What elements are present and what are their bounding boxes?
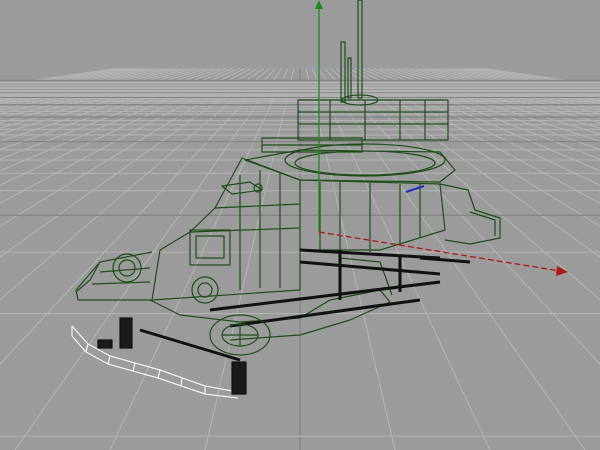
grid-line xyxy=(341,67,600,227)
front-bumper[interactable] xyxy=(71,325,239,399)
3d-viewport[interactable] xyxy=(0,0,600,450)
grid-line xyxy=(353,67,600,186)
grid-line xyxy=(437,67,600,99)
grid-line xyxy=(0,67,151,95)
grid-line xyxy=(455,67,600,93)
grid-line xyxy=(204,67,295,450)
grid-line xyxy=(0,67,157,97)
front-wheel[interactable] xyxy=(209,314,271,356)
grid-line xyxy=(467,67,600,89)
grid-line xyxy=(0,67,259,227)
grid-line xyxy=(0,67,211,129)
grid-line xyxy=(329,67,600,301)
grid-line xyxy=(0,67,223,142)
grid-line xyxy=(443,67,600,97)
grid-line xyxy=(109,67,289,450)
grid-line xyxy=(0,67,133,89)
grid-line xyxy=(371,67,600,151)
grid-line xyxy=(0,67,265,258)
vehicle-wireframe-model[interactable] xyxy=(71,0,501,399)
grid-line xyxy=(449,67,600,95)
grid-line xyxy=(431,67,600,102)
headlights[interactable] xyxy=(112,253,219,304)
grid-line xyxy=(0,67,121,86)
chassis-frame[interactable] xyxy=(139,248,471,362)
grid-line xyxy=(317,67,586,450)
gizmo-y-arrowhead[interactable] xyxy=(315,0,323,9)
grid-line xyxy=(335,67,600,258)
grid-line xyxy=(0,67,181,108)
viewport-canvas[interactable] xyxy=(0,0,600,450)
grid-line xyxy=(0,67,169,102)
grid-line xyxy=(0,67,145,93)
grid-line xyxy=(0,67,247,186)
grid-line xyxy=(479,67,600,86)
